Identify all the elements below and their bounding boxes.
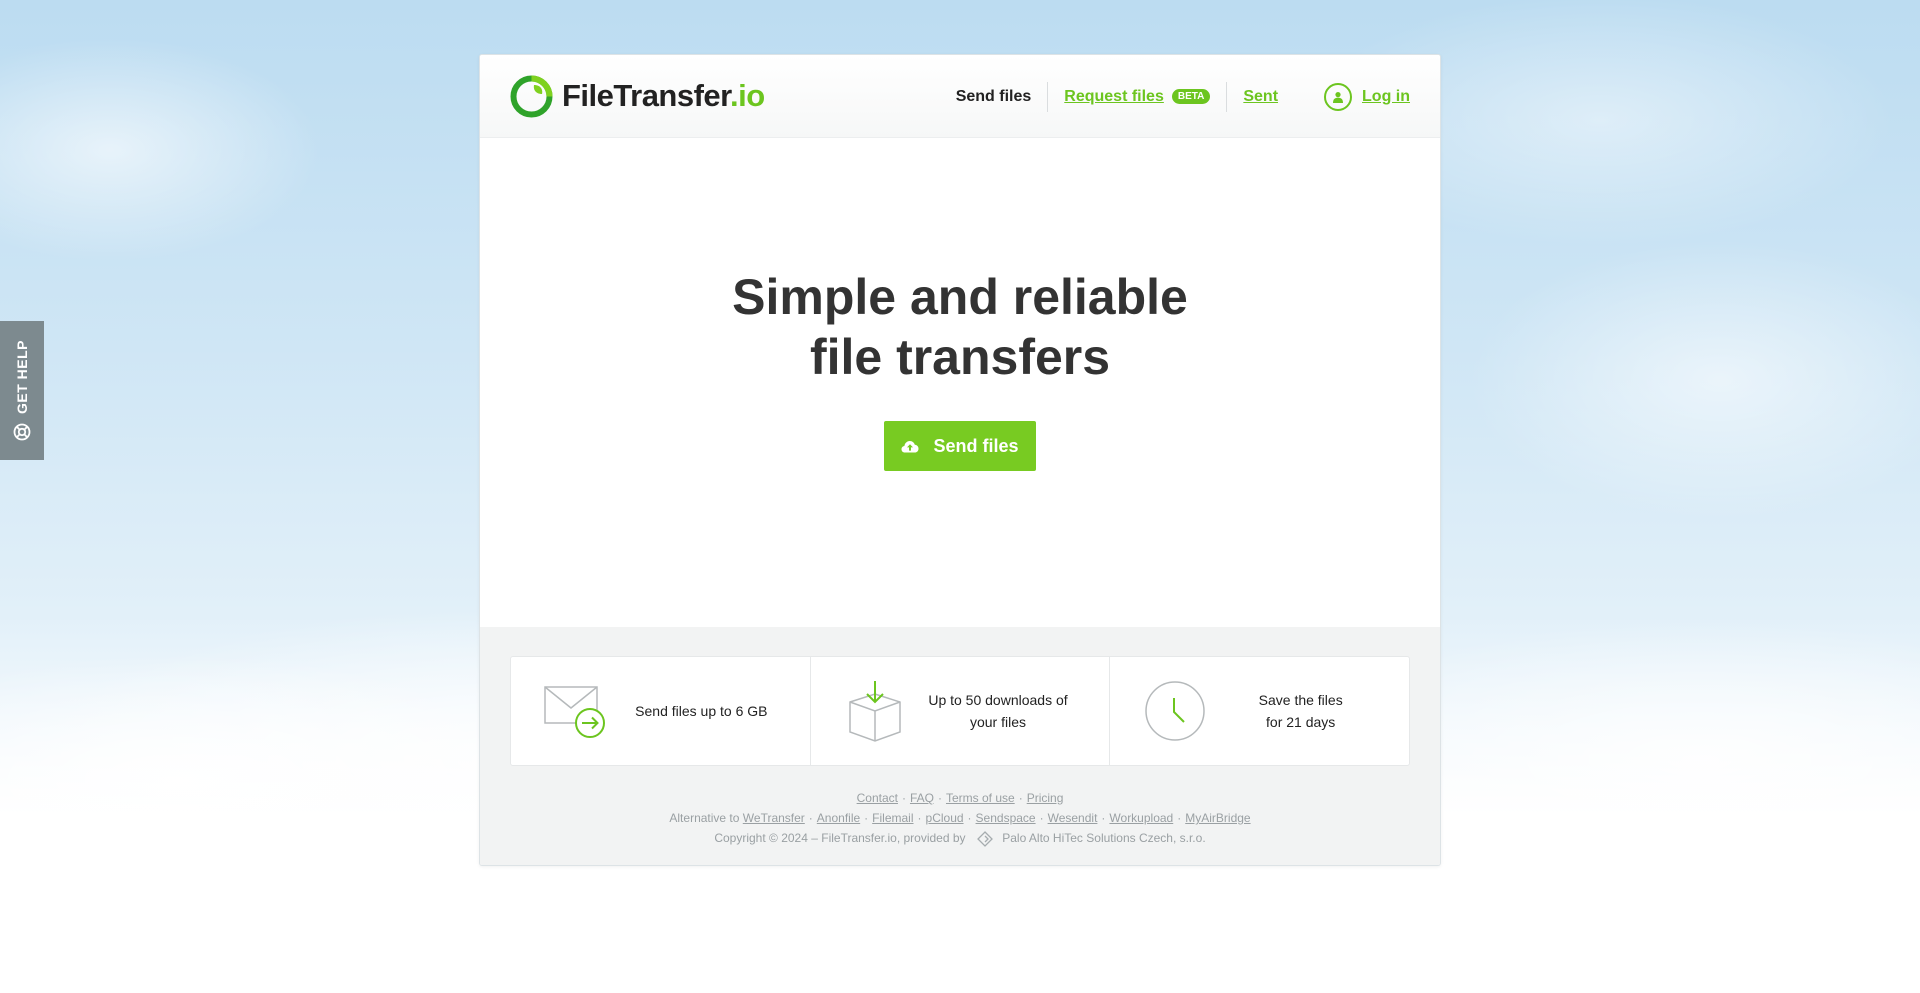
main-nav: Send files Request files BETA Sent Log i… (940, 55, 1410, 138)
feature-text: Up to 50 downloads of your files (928, 692, 1068, 730)
alternative-link[interactable]: pCloud (926, 811, 964, 825)
alternative-link[interactable]: Wesendit (1048, 811, 1098, 825)
contact-link[interactable]: Contact (857, 791, 898, 805)
features-row: Send files up to 6 GB Up to 50 downloads… (510, 656, 1410, 766)
feature-file-size: Send files up to 6 GB (511, 657, 811, 765)
provider-logo-icon (976, 830, 993, 847)
feature-downloads: Up to 50 downloads of your files (811, 657, 1111, 765)
alternative-link[interactable]: WeTransfer (743, 811, 805, 825)
nav-send-files[interactable]: Send files (940, 82, 1048, 112)
footer-copyright: Copyright © 2024 – FileTransfer.io, prov… (510, 828, 1410, 848)
faq-link[interactable]: FAQ (910, 791, 934, 805)
alternative-link[interactable]: Anonfile (817, 811, 860, 825)
alternative-link[interactable]: Workupload (1109, 811, 1173, 825)
footer-primary-links: Contact · FAQ · Terms of use · Pricing (856, 791, 1064, 805)
beta-badge: BETA (1171, 89, 1211, 104)
footer-area: Send files up to 6 GB Up to 50 downloads… (480, 627, 1440, 865)
alternative-prefix: Alternative to (669, 811, 740, 825)
hero-section: Simple and reliable file transfers Send f… (480, 138, 1440, 627)
alternative-link[interactable]: Filemail (872, 811, 913, 825)
footer-links: Contact · FAQ · Terms of use · Pricing Alterna… (510, 788, 1410, 848)
login-label[interactable]: Log in (1362, 88, 1410, 106)
logo-icon (510, 75, 553, 117)
get-help-label: GET HELP (14, 340, 30, 415)
hero-title: Simple and reliable file transfers (732, 269, 1188, 385)
feature-retention: Save the files for 21 days (1110, 657, 1409, 765)
clock-icon (1144, 681, 1205, 741)
nav-sent[interactable]: Sent (1227, 82, 1294, 112)
login-link[interactable]: Log in (1294, 82, 1410, 111)
feature-text: Send files up to 6 GB (635, 703, 768, 719)
nav-request-files-link[interactable]: Request files (1064, 88, 1164, 106)
get-help-tab[interactable]: GET HELP (0, 321, 44, 460)
pricing-link[interactable]: Pricing (1027, 791, 1064, 805)
lifebuoy-icon (13, 423, 31, 440)
send-files-button[interactable]: Send files (884, 421, 1036, 471)
site-header: FileTransfer.io Send files Request files… (480, 55, 1440, 138)
alternative-link[interactable]: Sendspace (976, 811, 1036, 825)
envelope-send-icon (544, 686, 606, 738)
copyright-text: Copyright © 2024 – FileTransfer.io, prov… (714, 831, 966, 845)
provider-name: Palo Alto HiTec Solutions Czech, s.r.o. (1002, 831, 1206, 845)
alternative-link[interactable]: MyAirBridge (1185, 811, 1250, 825)
box-download-icon (849, 681, 901, 742)
send-files-button-label: Send files (933, 435, 1019, 456)
nav-request-files[interactable]: Request files BETA (1048, 82, 1226, 112)
logo-text: FileTransfer.io (562, 78, 765, 113)
cloud-upload-icon (901, 440, 919, 452)
terms-link[interactable]: Terms of use (946, 791, 1015, 805)
feature-text: Save the files for 21 days (1258, 692, 1343, 730)
main-card: FileTransfer.io Send files Request files… (479, 54, 1441, 866)
user-icon (1324, 82, 1353, 111)
site-logo[interactable]: FileTransfer.io (510, 75, 765, 118)
footer-alternatives: Alternative to WeTransfer · Anonfile · Filem… (669, 811, 1251, 825)
